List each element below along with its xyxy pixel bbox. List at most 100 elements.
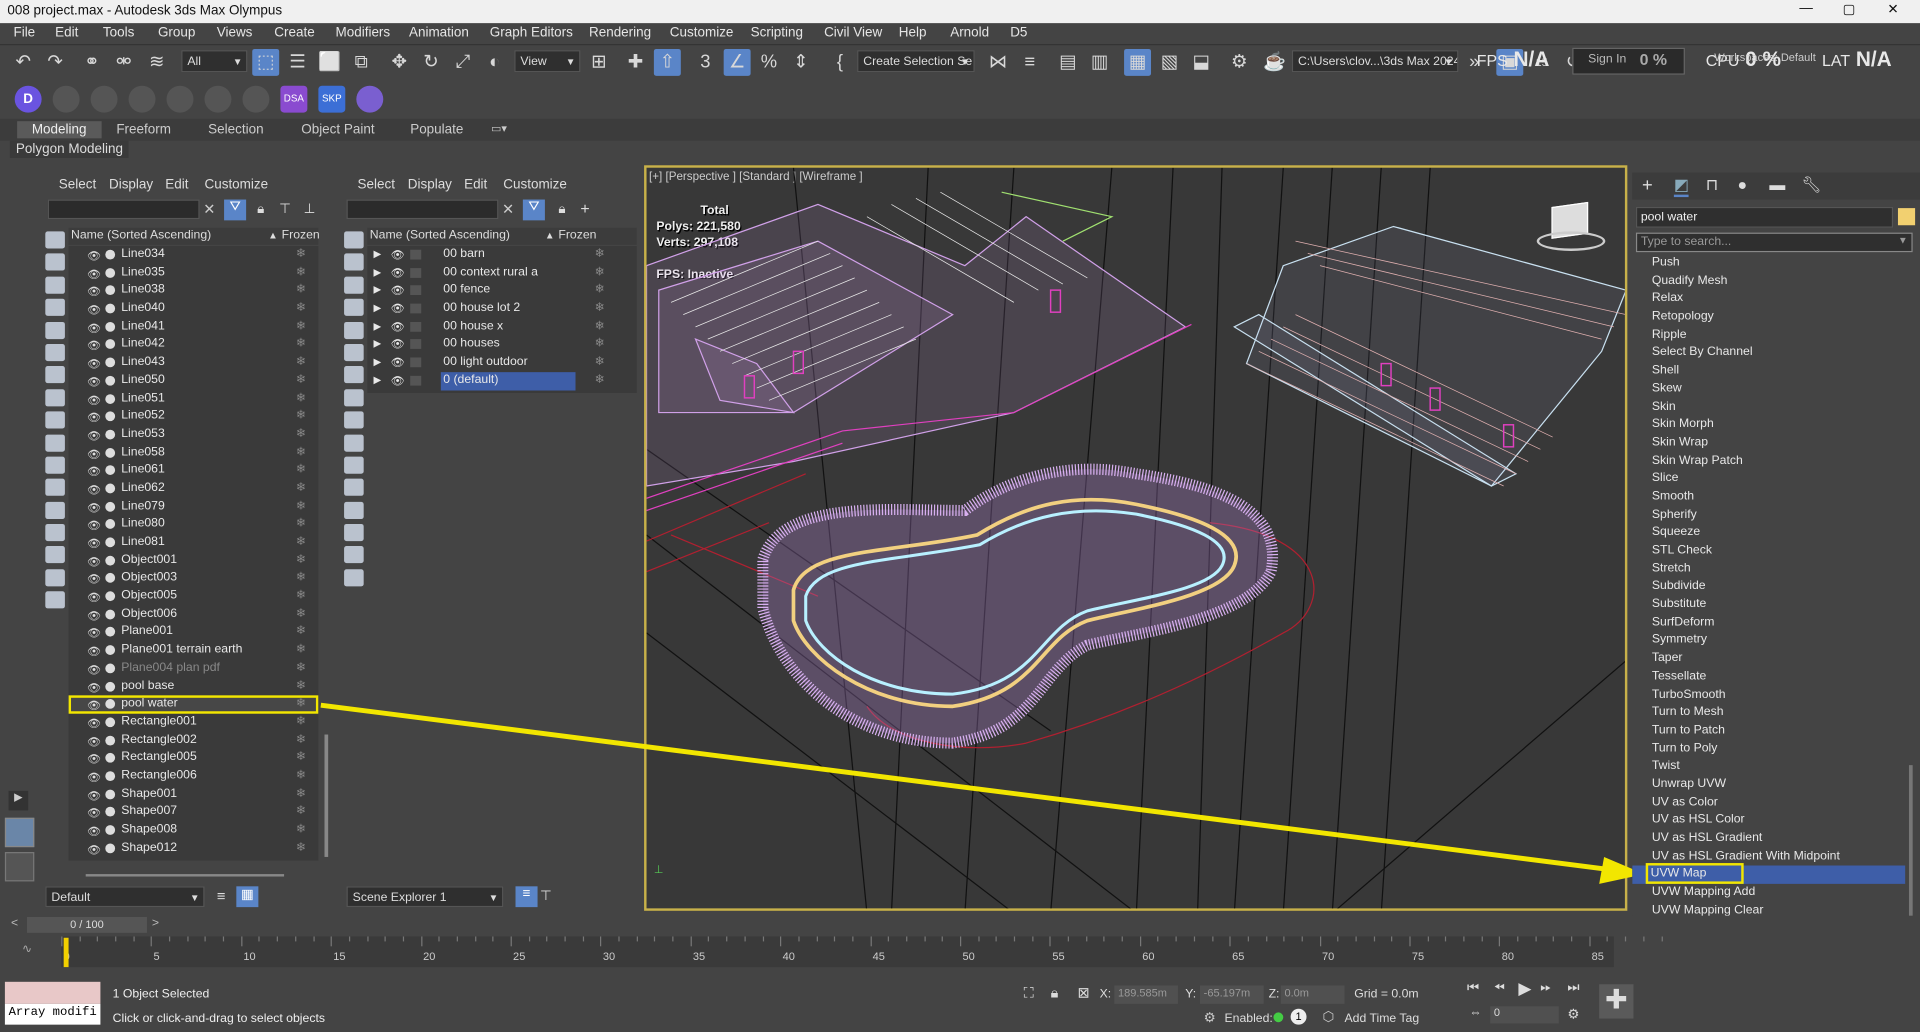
sx2-filter-icon[interactable]: ⛛ [522, 199, 545, 221]
freeze-icon[interactable]: ❄ [296, 426, 306, 444]
modify-tab-icon[interactable]: ◩ [1673, 175, 1689, 198]
sx2-col-frozen[interactable]: Frozen [558, 228, 596, 245]
curve-editor-icon[interactable]: ▦ [1124, 48, 1152, 76]
sx2-filter-containers-icon[interactable] [344, 433, 364, 452]
menu-animation[interactable]: Animation [409, 26, 469, 41]
sx1-hierarchy-icon[interactable]: ⊤ [279, 201, 291, 217]
modifier-item[interactable]: Unwrap UVW [1632, 776, 1905, 794]
visibility-eye-icon[interactable]: 👁︎ [87, 499, 101, 517]
modifier-item[interactable]: Spherify [1632, 506, 1905, 524]
visibility-eye-icon[interactable]: 👁︎ [87, 409, 101, 427]
tab-freeform[interactable]: Freeform [102, 121, 186, 138]
sx2-layer-toggle-icon[interactable]: ≡ [515, 886, 538, 908]
polygon-modeling-label[interactable]: Polygon Modeling [9, 140, 130, 158]
sx2-filter-invert-icon[interactable] [344, 569, 364, 587]
redo-icon[interactable]: ↷ [42, 49, 69, 76]
modifier-item[interactable]: Squeeze [1632, 524, 1905, 542]
reference-coord-dropdown[interactable]: View ▼ [514, 50, 581, 73]
plugin-icon-3[interactable] [128, 85, 156, 113]
link-icon[interactable]: ⚭ [78, 49, 105, 76]
freeze-icon[interactable]: ❄ [296, 264, 306, 282]
keyboard-shortcut-override-icon[interactable]: ⇧ [653, 48, 681, 76]
modifier-item[interactable]: Twist [1632, 758, 1905, 776]
sx1-menu-display[interactable]: Display [109, 178, 153, 193]
menu-tools[interactable]: Tools [103, 26, 134, 41]
mirror-icon[interactable]: ⋈ [984, 49, 1011, 76]
modifier-item[interactable]: UVW Map [1632, 863, 1906, 885]
object-row[interactable]: 👁︎ Line035 ❄ [69, 264, 319, 282]
sx1-filter-icon[interactable]: ⛛ [224, 199, 247, 221]
visibility-eye-icon[interactable]: 👁︎ [87, 283, 101, 301]
plugin-icon-2[interactable] [90, 85, 118, 113]
plugin-icon-5[interactable] [204, 85, 232, 113]
maximize-button[interactable]: ▢ [1831, 1, 1868, 22]
modifier-item[interactable]: STL Check [1632, 542, 1905, 560]
modifier-item[interactable]: Symmetry [1632, 632, 1905, 650]
snaps-toggle-icon[interactable]: 3 [692, 49, 719, 76]
object-row[interactable]: 👁︎ Plane004 plan pdf ❄ [69, 660, 319, 678]
viewcube-ring[interactable] [1536, 231, 1606, 251]
modifier-item[interactable]: Push [1632, 255, 1905, 273]
tab-modeling[interactable]: Modeling [17, 121, 102, 139]
visibility-eye-icon[interactable]: 👁︎ [87, 751, 101, 769]
sx2-filter-groups-icon[interactable] [344, 366, 364, 384]
sx2-col-name[interactable]: Name (Sorted Ascending) [370, 228, 510, 245]
modifier-item[interactable]: Skin [1632, 398, 1905, 416]
visibility-eye-icon[interactable]: 👁︎ [87, 589, 101, 607]
undo-icon[interactable]: ↶ [10, 49, 37, 76]
sx2-filter-xrefs-icon[interactable] [344, 388, 364, 407]
menu-file[interactable]: File [13, 26, 35, 41]
object-row[interactable]: 👁︎ Line038 ❄ [69, 282, 319, 300]
filter-options-icon[interactable] [45, 591, 65, 609]
viewport-layout-icon[interactable] [4, 817, 35, 848]
filter-helpers-icon[interactable] [45, 321, 65, 339]
workspace-selector[interactable]: Workspaces: Default [1714, 51, 1815, 63]
modifier-item[interactable]: Skin Wrap Patch [1632, 452, 1905, 470]
expand-triangle-icon[interactable]: ▶ [373, 264, 381, 282]
object-row[interactable]: 👁︎ Shape007 ❄ [69, 803, 319, 821]
freeze-icon[interactable]: ❄ [296, 660, 306, 678]
viewport-layout-2-icon[interactable] [4, 852, 35, 882]
object-row[interactable]: 👁︎ Rectangle005 ❄ [69, 750, 319, 768]
freeze-icon[interactable]: ❄ [296, 354, 306, 372]
project-path-dropdown[interactable]: C:\Users\clov...\3ds Max 2024 ▼ [1291, 50, 1459, 73]
freeze-icon[interactable]: ❄ [296, 282, 306, 300]
menu-civil-view[interactable]: Civil View [824, 26, 882, 41]
sx2-hierarchy-icon[interactable]: ⊤ [540, 888, 552, 904]
selection-region-icon[interactable]: ⬜ [316, 49, 343, 76]
menu-graph-editors[interactable]: Graph Editors [490, 26, 573, 41]
freeze-icon[interactable]: ❄ [595, 318, 605, 336]
filter-groups-icon[interactable] [45, 366, 65, 384]
plugin-icon-1[interactable] [52, 85, 80, 113]
toggle-ribbon-icon[interactable]: ▥ [1086, 49, 1113, 76]
time-slider-next[interactable]: > [152, 917, 159, 930]
visibility-eye-icon[interactable]: 👁︎ [87, 823, 101, 841]
filter-spacewarps-icon[interactable] [45, 343, 65, 362]
menu-edit[interactable]: Edit [55, 26, 78, 41]
object-row[interactable]: 👁︎ Line050 ❄ [69, 372, 319, 390]
expand-triangle-icon[interactable]: ▶ [373, 282, 381, 300]
object-row[interactable]: 👁︎ Shape008 ❄ [69, 821, 319, 839]
sx1-column-header[interactable]: Name (Sorted Ascending) ▲ Frozen [68, 227, 320, 245]
visibility-eye-icon[interactable]: 👁︎ [87, 265, 101, 283]
modifier-item[interactable]: Shell [1632, 363, 1905, 381]
angle-snap-icon[interactable]: ∠ [723, 48, 751, 76]
object-row[interactable]: 👁︎ Object005 ❄ [69, 588, 319, 606]
sx1-sort-icon[interactable]: ▦ [236, 886, 259, 908]
enabled-indicator[interactable] [1273, 1012, 1284, 1023]
sx2-menu-select[interactable]: Select [358, 178, 395, 193]
add-time-tag-button[interactable]: Add Time Tag [1344, 1012, 1419, 1025]
object-row[interactable]: 👁︎ Line079 ❄ [69, 498, 319, 516]
time-slider-prev[interactable]: < [11, 917, 18, 930]
freeze-icon[interactable]: ❄ [296, 803, 306, 821]
sx1-menu-select[interactable]: Select [59, 178, 96, 193]
sx2-menu-customize[interactable]: Customize [503, 178, 567, 193]
named-selection-dropdown[interactable]: Create Selection Se ▼ [857, 50, 975, 73]
freeze-icon[interactable]: ❄ [296, 300, 306, 318]
visibility-eye-icon[interactable]: 👁︎ [87, 715, 101, 733]
modifier-item[interactable]: Smooth [1632, 488, 1905, 506]
visibility-eye-icon[interactable]: 👁︎ [87, 535, 101, 553]
modifier-search-input[interactable]: Type to search... ▼ [1635, 232, 1913, 253]
modifier-item[interactable]: UV as HSL Color [1632, 812, 1905, 830]
percent-snap-icon[interactable]: % [756, 49, 783, 76]
